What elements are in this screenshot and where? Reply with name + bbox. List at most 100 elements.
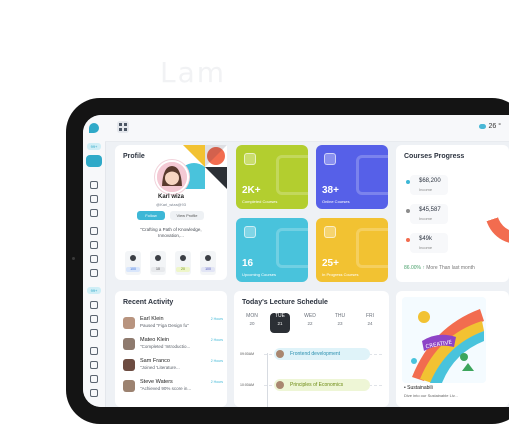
- day-tab-fri[interactable]: FRI 24: [360, 313, 380, 333]
- sidebar-badge: 99+: [87, 287, 101, 294]
- profile-avatar: [155, 160, 189, 194]
- stat-number: 25+: [322, 258, 339, 269]
- inbox-icon[interactable]: [90, 241, 98, 249]
- presentation-icon: [324, 153, 336, 165]
- app-logo-icon[interactable]: [89, 123, 99, 133]
- mail-icon[interactable]: [90, 347, 98, 355]
- stat-number: 2K+: [242, 185, 261, 196]
- grid-icon[interactable]: [90, 329, 98, 337]
- legend-label: Income: [419, 187, 433, 192]
- arrow-up-icon: ↑: [422, 265, 425, 271]
- activity-item[interactable]: Steve Waters "Achieved 90% score in... 2…: [123, 378, 223, 396]
- schedule-event[interactable]: Principles of Economics: [274, 379, 370, 391]
- activity-text: "Joined 'Literature...: [140, 365, 180, 370]
- creative-illustration: CREATIVE: [402, 297, 486, 383]
- sidebar-item-dashboard[interactable]: [86, 155, 102, 167]
- avatar: [276, 350, 284, 358]
- courses-progress-title: Courses Progress: [404, 153, 465, 160]
- activity-item[interactable]: Mateo Klein "Completed 'Introductio... 2…: [123, 336, 223, 354]
- stat-label: Upcoming Courses: [242, 272, 277, 277]
- activity-text: Paused "Figa Design fu": [140, 323, 189, 328]
- day-tab-wed[interactable]: WED 22: [300, 313, 320, 333]
- completed-courses-card[interactable]: 2K+ Completed Courses: [236, 145, 308, 209]
- profile-stat: 10: [150, 251, 166, 275]
- weather-widget: 26 °: [479, 123, 501, 130]
- logout-icon[interactable]: [90, 389, 98, 397]
- list-icon[interactable]: [90, 255, 98, 263]
- chart-icon[interactable]: [90, 269, 98, 277]
- sidebar-badge: 99+: [87, 143, 101, 150]
- dashboard-screen: 99+ 99+ 26 ° Profile Karl wiza @Karl_wiz…: [83, 115, 509, 407]
- profile-bio: "Crafting a Path of Knowledge, Innovatio…: [140, 227, 202, 238]
- tablet-camera: [72, 257, 75, 260]
- sidebar: 99+ 99+: [83, 115, 106, 407]
- home-icon[interactable]: [90, 181, 98, 189]
- growth-value: 86.00%: [404, 265, 421, 271]
- follow-button[interactable]: Follow: [137, 211, 165, 220]
- online-courses-card[interactable]: 38+ Online Courses: [316, 145, 388, 209]
- activity-item[interactable]: Sam Franco "Joined 'Literature... 2 Hour…: [123, 357, 223, 375]
- building-icon[interactable]: [90, 195, 98, 203]
- courses-progress-card: Courses Progress $68,200 Income $45,587 …: [396, 145, 509, 282]
- award-icon: [205, 255, 211, 261]
- schedule-event[interactable]: Frontend development: [274, 348, 370, 360]
- globe-icon[interactable]: [90, 315, 98, 323]
- day-tab-tue[interactable]: TUE 21: [270, 313, 290, 333]
- time-label: 09:00AM: [240, 352, 255, 356]
- legend-item: $45,587 Income: [406, 204, 448, 224]
- legend-label: Income: [419, 245, 433, 250]
- activity-name: Mateo Klein: [140, 337, 170, 343]
- user-icon[interactable]: [90, 227, 98, 235]
- card-subtitle: Dive into our Sustainable Liv...: [404, 393, 458, 398]
- time-label: 10:00AM: [240, 383, 255, 387]
- legend-item: $68,200 Income: [406, 175, 448, 195]
- stat-label: Completed Courses: [242, 199, 278, 204]
- schedule-title: Today's Lecture Schedule: [242, 299, 328, 306]
- in-progress-courses-card[interactable]: 25+ In Progress Courses: [316, 218, 388, 282]
- recent-activity-title: Recent Activity: [123, 299, 174, 306]
- sustainability-card[interactable]: CREATIVE • Sustainabili Dive into our Su…: [396, 291, 509, 407]
- stat-value: 100: [126, 267, 140, 272]
- avatar: [123, 317, 135, 329]
- activity-time: 2 Hours: [210, 317, 223, 321]
- activity-item[interactable]: Earl Klein Paused "Figa Design fu" 2 Hou…: [123, 315, 223, 333]
- stat-label: Online Courses: [322, 199, 350, 204]
- calendar-icon: [244, 153, 256, 165]
- activity-name: Steve Waters: [140, 379, 173, 385]
- smile-icon: [180, 255, 186, 261]
- activity-time: 2 Hours: [210, 338, 223, 342]
- stat-value: 10: [151, 267, 165, 272]
- card-title: • Sustainabili: [404, 385, 433, 391]
- legend-item: $49k Income: [406, 233, 448, 253]
- topbar: 26 °: [105, 115, 509, 142]
- profile-stat: 100: [125, 251, 141, 275]
- activity-name: Earl Klein: [140, 316, 164, 322]
- legend-amount: $49k: [419, 236, 433, 242]
- box-icon[interactable]: [90, 209, 98, 217]
- activity-text: "Achieved 90% score in...: [140, 386, 192, 391]
- view-profile-button[interactable]: View Profile: [170, 211, 204, 220]
- lecture-schedule-card: Today's Lecture Schedule MON 20 TUE 21 WED…: [234, 291, 389, 407]
- background-ghost-text: Lam: [160, 56, 227, 89]
- location-icon[interactable]: [90, 301, 98, 309]
- profile-handle: @Karl_wiza@93: [156, 202, 186, 207]
- activity-name: Sam Franco: [140, 358, 170, 364]
- profile-card: Profile Karl wiza @Karl_wiza@93 Follow V…: [115, 145, 227, 280]
- settings-icon[interactable]: [90, 375, 98, 383]
- avatar: [123, 380, 135, 392]
- growth-note: More Than last month: [426, 265, 475, 271]
- stat-number: 16: [242, 258, 254, 269]
- menu-grid-button[interactable]: [117, 121, 129, 133]
- avatar: [123, 359, 135, 371]
- upcoming-courses-card[interactable]: 16 Upcoming Courses: [236, 218, 308, 282]
- stat-value: 20: [176, 267, 190, 272]
- recent-activity-card: Recent Activity Earl Klein Paused "Figa …: [115, 291, 227, 407]
- phone-icon[interactable]: [90, 361, 98, 369]
- day-tab-thu[interactable]: THU 23: [330, 313, 350, 333]
- activity-time: 2 Hours: [210, 359, 223, 363]
- avatar: [276, 381, 284, 389]
- day-tab-mon[interactable]: MON 20: [242, 313, 262, 333]
- weather-temp: 26 °: [488, 123, 501, 130]
- profile-title: Profile: [123, 153, 145, 160]
- graduation-cap-icon: [244, 226, 256, 238]
